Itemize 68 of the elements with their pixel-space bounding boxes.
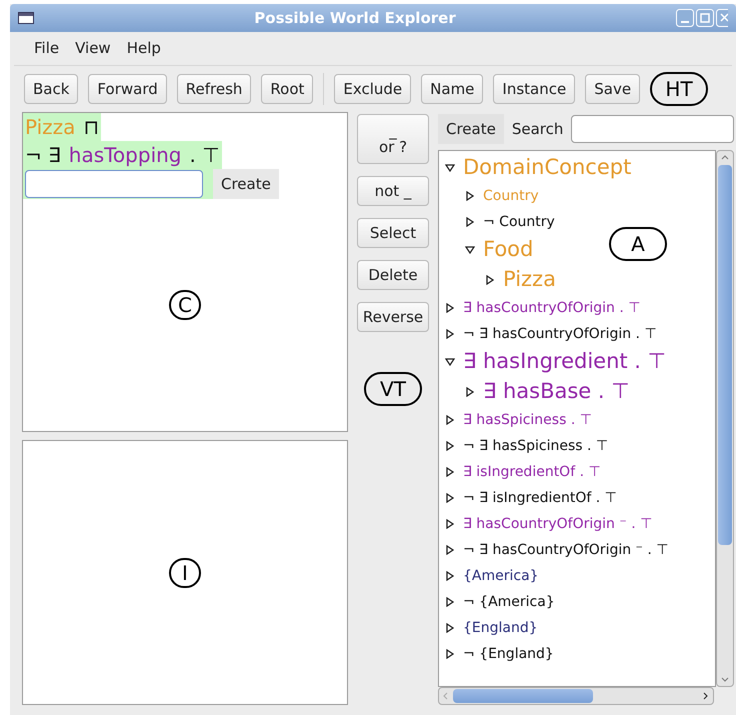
toolbar-button[interactable]: Instance [493, 74, 576, 104]
collapsed-triangle-icon[interactable] [465, 217, 475, 227]
tree-item[interactable]: ∃ hasCountryOfOrigin . ⊤ [463, 298, 640, 318]
action-button[interactable]: _ or ? [357, 114, 429, 164]
tree-item[interactable]: ∃ hasBase . ⊤ [483, 376, 630, 408]
collapsed-triangle-icon[interactable] [445, 441, 455, 451]
collapsed-triangle-icon[interactable] [445, 415, 455, 425]
tree-item[interactable]: ∃ hasCountryOfOrigin ⁻ . ⊤ [463, 514, 652, 534]
action-button[interactable]: Select [357, 218, 429, 248]
window-icon [18, 12, 34, 24]
action-button[interactable]: not _ [357, 176, 429, 206]
collapsed-triangle-icon[interactable] [445, 571, 455, 581]
annotation-label: I [169, 558, 201, 588]
collapsed-triangle-icon[interactable] [445, 329, 455, 339]
toolbar-button[interactable]: Forward [88, 74, 167, 104]
toolbar-button[interactable]: Root [261, 74, 314, 104]
collapsed-triangle-icon[interactable] [445, 493, 455, 503]
operator-symbol: . ⊤ [190, 142, 220, 169]
create-tab[interactable]: Create [438, 114, 504, 144]
search-field[interactable] [571, 115, 734, 143]
tree-item[interactable]: ¬ ∃ hasCountryOfOrigin . ⊤ [463, 324, 657, 344]
collapsed-triangle-icon[interactable] [465, 387, 475, 397]
collapsed-triangle-icon[interactable] [485, 275, 495, 285]
tree-item[interactable]: ∃ isIngredientOf . ⊤ [463, 462, 601, 482]
annotation-label: C [169, 290, 201, 320]
tree-item[interactable]: ¬ ∃ hasSpiciness . ⊤ [463, 436, 608, 456]
collapsed-triangle-icon[interactable] [445, 545, 455, 555]
operator-symbol: ⊓ [83, 114, 100, 141]
tree-item[interactable]: ¬ {America} [463, 592, 555, 612]
tree-item[interactable]: ∃ hasIngredient . ⊤ [463, 346, 666, 378]
expanded-triangle-icon[interactable] [465, 245, 475, 255]
collapsed-triangle-icon[interactable] [445, 467, 455, 477]
tree-item[interactable]: ∃ hasSpiciness . ⊤ [463, 410, 592, 430]
horizontal-scrollbar[interactable] [438, 687, 714, 705]
menu-item[interactable]: Help [126, 37, 161, 60]
concept-input-field[interactable] [25, 170, 203, 198]
collapsed-triangle-icon[interactable] [445, 597, 455, 607]
menu-item[interactable]: View [75, 37, 111, 60]
action-button[interactable]: Reverse [357, 302, 429, 332]
collapsed-triangle-icon[interactable] [445, 649, 455, 659]
collapsed-triangle-icon[interactable] [445, 303, 455, 313]
tree-item[interactable]: ¬ ∃ hasCountryOfOrigin ⁻ . ⊤ [463, 540, 668, 560]
toolbar-button[interactable]: Exclude [334, 74, 412, 104]
expanded-triangle-icon[interactable] [445, 163, 455, 173]
vertical-scrollbar[interactable] [716, 150, 734, 687]
annotation-label: HT [650, 72, 708, 106]
collapsed-triangle-icon[interactable] [445, 623, 455, 633]
toolbar-button[interactable]: Save [585, 74, 640, 104]
annotation-label: A [609, 227, 667, 261]
tree-item[interactable]: ¬ Country [483, 212, 555, 232]
action-button[interactable]: Delete [357, 260, 429, 290]
annotation-label: VT [364, 372, 422, 406]
expression-term[interactable]: hasTopping [68, 140, 182, 170]
tree-item[interactable]: ¬ {England} [463, 644, 554, 664]
operator-symbol: ¬ ∃ [25, 142, 61, 169]
tree-item[interactable]: ¬ ∃ isIngredientOf . ⊤ [463, 488, 617, 508]
collapsed-triangle-icon[interactable] [445, 519, 455, 529]
create-button[interactable]: Create [213, 169, 279, 199]
menu-item[interactable]: File [34, 37, 60, 60]
tree-item[interactable]: {England} [463, 618, 538, 638]
toolbar-button[interactable]: Back [24, 74, 78, 104]
search-label: Search [512, 118, 564, 140]
tree-item[interactable]: {America} [463, 566, 539, 586]
expanded-triangle-icon[interactable] [445, 357, 455, 367]
collapsed-triangle-icon[interactable] [465, 191, 475, 201]
window-title: Possible World Explorer [253, 8, 457, 29]
toolbar-button[interactable]: Name [421, 74, 484, 104]
toolbar-button[interactable]: Refresh [176, 74, 252, 104]
